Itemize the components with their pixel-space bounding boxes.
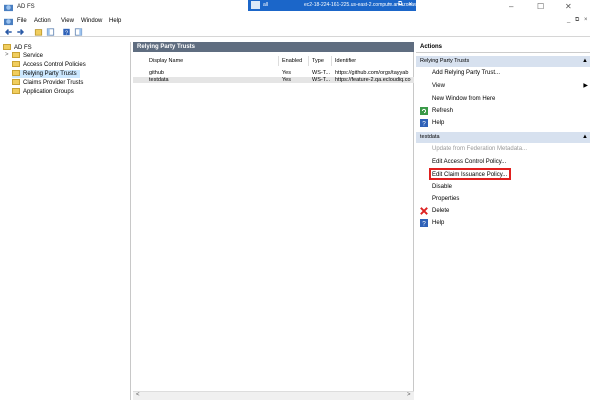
help-icon: ? [420,119,428,127]
minimize-icon[interactable]: – [509,2,513,11]
tree-item-relying-party-trusts[interactable]: Relying Party Trusts [12,70,80,78]
connection-signal: all [263,2,269,8]
adfs-app-icon [4,4,13,12]
mdi-minimize-icon[interactable]: _ [567,17,570,23]
results-pane: Relying Party Trusts Display Name Enable… [133,42,414,400]
tree-item-label: Application Groups [23,89,74,95]
rdp-restore-icon[interactable]: ⧉ [398,1,402,8]
folder-icon [12,52,20,59]
console-tree: AD FS > Service Access Control Policies … [0,42,131,400]
pin-icon[interactable] [251,1,260,9]
remote-desktop-bar[interactable]: all ec2-18-224-161-225.us-east-2.compute… [248,0,431,11]
section-label: testdata [420,134,440,140]
folder-icon [12,61,20,68]
action-edit-access-control-policy[interactable]: Edit Access Control Policy... [432,157,506,167]
refresh-icon [420,107,428,115]
delete-x-icon [420,207,428,215]
tree-item-label: Claims Provider Trusts [23,80,84,86]
action-view[interactable]: View [432,81,445,91]
action-refresh[interactable]: Refresh [432,106,453,116]
section-label: Relying Party Trusts [420,58,470,64]
action-help-item[interactable]: Help [432,218,444,228]
scroll-right-icon[interactable]: > [407,392,411,398]
cell-display-name: testdata [149,77,169,83]
actions-section-relying-party-trusts[interactable]: Relying Party Trusts ▲ [416,56,590,67]
menu-file[interactable]: File [17,18,27,24]
cell-identifier: https://feature-2.qa.ecloudiq.co [335,77,411,83]
rdp-close-icon[interactable]: ✕ [408,1,413,8]
folder-icon [3,44,11,51]
collapse-caret-icon[interactable]: ▲ [582,132,588,143]
action-disable[interactable]: Disable [432,182,452,192]
tree-item-label: Access Control Policies [23,62,86,68]
column-separator[interactable] [331,56,332,66]
cell-type: WS-T... [312,70,330,76]
horizontal-scrollbar[interactable]: < > [133,391,414,400]
collapse-caret-icon[interactable]: ▲ [582,56,588,67]
column-header-display-name[interactable]: Display Name [149,58,183,64]
tree-item-claims-provider-trusts[interactable]: Claims Provider Trusts [12,79,83,87]
tree-root-adfs[interactable]: AD FS [3,44,32,52]
submenu-arrow-icon: ▶ [583,83,588,89]
mdi-restore-icon[interactable]: ⧉ [575,17,579,24]
back-arrow-icon[interactable] [4,28,13,36]
show-hide-tree-icon[interactable] [46,28,55,36]
cell-enabled: Yes [282,70,291,76]
highlight-annotation-box [429,168,511,180]
tree-item-label: Service [23,53,44,59]
cell-identifier: https://github.com/orgs/tayyab [335,70,409,76]
title-bar: AD FS all ec2-18-224-161-225.us-east-2.c… [0,0,590,16]
rdp-minimize-icon[interactable]: – [388,1,391,7]
action-new-window-from-here[interactable]: New Window from Here [432,94,495,104]
help-icon: ? [420,219,428,227]
show-hide-action-pane-icon[interactable] [74,28,83,36]
action-help[interactable]: Help [432,118,444,128]
cell-enabled: Yes [282,77,291,83]
cell-type: WS-T... [312,77,330,83]
maximize-icon[interactable]: ☐ [537,2,544,11]
action-properties[interactable]: Properties [432,194,459,204]
svg-text:?: ? [422,120,426,127]
menu-view[interactable]: View [61,18,74,24]
folder-icon [12,79,20,86]
svg-text:?: ? [65,30,68,36]
folder-icon [12,88,20,95]
column-separator[interactable] [308,56,309,66]
action-update-from-federation-metadata: Update from Federation Metadata... [432,146,528,152]
table-row[interactable]: github Yes WS-T... https://github.com/or… [133,70,414,76]
table-row[interactable]: testdata Yes WS-T... https://feature-2.q… [133,77,414,83]
menu-help[interactable]: Help [109,18,121,24]
close-icon[interactable]: ✕ [565,2,572,11]
forward-arrow-icon[interactable] [16,28,25,36]
svg-text:?: ? [422,220,426,227]
up-folder-icon[interactable] [34,28,43,36]
help-icon[interactable]: ? [62,28,71,36]
column-separator[interactable] [278,56,279,66]
actions-pane: Actions Relying Party Trusts ▲ Add Relyi… [416,42,590,400]
cell-display-name: github [149,70,164,76]
tree-item-access-control-policies[interactable]: Access Control Policies [12,61,86,69]
actions-title: Actions [416,42,590,53]
tree-item-label: Relying Party Trusts [23,71,77,77]
folder-icon [12,70,20,77]
column-header-enabled[interactable]: Enabled [282,58,302,64]
actions-section-testdata[interactable]: testdata ▲ [416,132,590,143]
expand-chevron-icon[interactable]: > [5,52,9,58]
menu-window[interactable]: Window [81,18,102,24]
action-delete[interactable]: Delete [432,206,449,216]
tree-root-label: AD FS [14,45,32,51]
scroll-left-icon[interactable]: < [136,392,140,398]
action-add-relying-party-trust[interactable]: Add Relying Party Trust... [432,68,500,78]
results-pane-title: Relying Party Trusts [133,42,414,52]
mmc-menu-icon[interactable] [4,17,13,26]
column-header-identifier[interactable]: Identifier [335,58,356,64]
menu-action[interactable]: Action [34,18,51,24]
mdi-close-icon[interactable]: × [584,17,588,23]
column-header-type[interactable]: Type [312,58,324,64]
tree-item-application-groups[interactable]: Application Groups [12,88,74,96]
window-title: AD FS [17,4,35,10]
tree-item-service[interactable]: Service [12,52,43,60]
menu-bar: File Action View Window Help _ ⧉ × [0,16,590,27]
toolbar: ? [0,27,590,37]
